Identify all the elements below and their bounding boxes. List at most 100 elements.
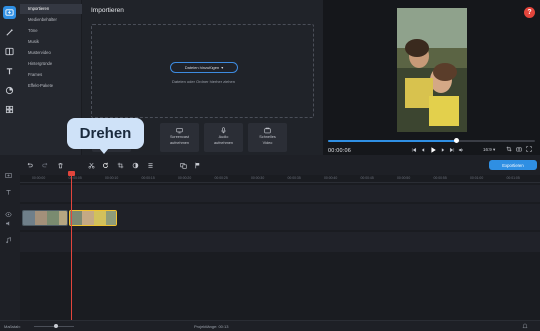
color-adjust-button[interactable]	[130, 160, 140, 170]
video-clip-selected[interactable]	[69, 210, 117, 226]
insert-media-button[interactable]	[178, 160, 188, 170]
undo-button[interactable]	[24, 160, 34, 170]
clip-thumbnail	[59, 211, 67, 225]
sidebar-item-mustervideo[interactable]: Mustervideo	[20, 48, 82, 58]
rotate-tooltip: Drehen	[67, 118, 144, 149]
record-audio-button[interactable]: Audio aufnehmen	[204, 123, 243, 152]
microphone-icon	[221, 127, 226, 134]
record-screencast-label-2: aufnehmen	[170, 140, 189, 145]
zoom-slider[interactable]	[34, 324, 74, 328]
ruler-tick-label: 00:01:05	[506, 176, 520, 180]
step-forward-icon[interactable]	[440, 147, 446, 153]
quick-video-icon	[264, 127, 271, 134]
video-clip[interactable]	[22, 210, 68, 226]
rotate-button[interactable]	[100, 160, 110, 170]
add-marker-button[interactable]	[192, 160, 202, 170]
record-screencast-button[interactable]: Screencast aufnehmen	[160, 123, 199, 152]
sidebar-item-frames[interactable]: Frames	[20, 70, 82, 80]
player-controls	[411, 146, 464, 154]
stickers-tool-button[interactable]	[3, 84, 16, 97]
status-bar: Maßstab: Projektlänge: 00:13	[0, 320, 540, 331]
video-track-mute[interactable]	[5, 211, 13, 219]
ruler-tick-label: 00:00:50	[397, 176, 411, 180]
sidebar-item-hintergruende[interactable]: Hintergründe	[20, 59, 82, 69]
drop-zone[interactable]: Dateien hinzufügen ▾ Dateien oder Ordner…	[91, 24, 314, 118]
ruler-tick-label: 00:00:30	[251, 176, 265, 180]
undo-icon	[27, 162, 33, 167]
video-frame-image	[397, 8, 467, 132]
effects-tool-button[interactable]	[3, 26, 16, 39]
skip-forward-icon[interactable]	[449, 147, 455, 153]
edit-toolbar: Exportieren	[0, 155, 540, 175]
text-track-icon	[6, 190, 11, 195]
chevron-down-icon: ▾	[221, 65, 224, 70]
transitions-icon	[5, 47, 14, 56]
scrubber-handle[interactable]	[454, 138, 460, 143]
zoom-slider-handle[interactable]	[54, 324, 58, 328]
preview-scrubber[interactable]	[328, 138, 535, 143]
skip-back-icon[interactable]	[411, 147, 417, 153]
help-button[interactable]: ?	[524, 7, 535, 18]
import-icon	[5, 9, 14, 16]
clip-properties-button[interactable]	[145, 160, 155, 170]
sidebar-item-medienbehaelter[interactable]: Medienbehälter	[20, 15, 82, 25]
video-track-audio[interactable]	[5, 220, 13, 228]
left-toolbar	[0, 0, 20, 160]
quick-video-label-2: Video	[262, 140, 273, 145]
cut-button[interactable]	[86, 160, 96, 170]
music-note-icon	[6, 237, 11, 244]
flag-icon	[194, 162, 199, 168]
titles-tool-button[interactable]	[3, 65, 16, 78]
video-preview[interactable]	[397, 8, 467, 132]
delete-button[interactable]	[55, 160, 65, 170]
quick-video-button[interactable]: Schnelles Video	[248, 123, 287, 152]
project-length: Projektlänge: 00:13	[194, 324, 229, 329]
clip-thumbnail	[106, 211, 116, 225]
playhead[interactable]	[71, 172, 72, 320]
crop-preview-icon[interactable]	[506, 146, 512, 152]
import-tool-button[interactable]	[3, 6, 16, 19]
redo-button[interactable]	[40, 160, 50, 170]
clip-thumbnail	[23, 211, 35, 225]
text-track[interactable]	[20, 185, 540, 202]
quick-video-label-1: Schnelles	[259, 135, 276, 139]
clip-thumbnail	[47, 211, 59, 225]
aspect-ratio-select[interactable]: 16:9 ▾	[483, 147, 495, 153]
more-tools-icon	[5, 105, 14, 114]
audio-track-toggle[interactable]	[5, 237, 13, 245]
timeline: 00:00:00 00:00:05 00:00:10 00:00:15 00:00:20…	[0, 172, 540, 320]
sidebar-item-toene[interactable]: Töne	[20, 26, 82, 36]
ruler-tick-label: 00:01:00	[470, 176, 484, 180]
ruler-tick-label: 00:00:35	[287, 176, 301, 180]
sidebar-item-effekt-pakete[interactable]: Effekt-Pakete	[20, 81, 82, 91]
scrubber-progress	[328, 140, 457, 142]
add-files-button[interactable]: Dateien hinzufügen ▾	[170, 62, 238, 73]
scale-label: Maßstab:	[4, 324, 21, 329]
titles-icon	[6, 68, 13, 75]
volume-icon[interactable]	[458, 147, 464, 153]
ruler-tick-label: 00:00:25	[214, 176, 228, 180]
transitions-tool-button[interactable]	[3, 45, 16, 58]
clip-thumbnail	[35, 211, 47, 225]
more-tools-button[interactable]	[3, 103, 16, 116]
playhead-handle[interactable]	[68, 171, 75, 176]
play-icon[interactable]	[429, 146, 437, 154]
record-audio-label-2: aufnehmen	[214, 140, 233, 145]
notifications-icon[interactable]	[522, 323, 528, 329]
crop-icon	[117, 162, 123, 168]
ruler-tick-label: 00:00:45	[360, 176, 374, 180]
sidebar-item-musik[interactable]: Musik	[20, 37, 82, 47]
camera-icon[interactable]	[516, 146, 522, 152]
timeline-ruler[interactable]: 00:00:00 00:00:05 00:00:10 00:00:15 00:00:20…	[20, 175, 540, 183]
sidebar-item-importieren[interactable]: Importieren	[20, 4, 82, 14]
export-button[interactable]: Exportieren	[489, 160, 537, 170]
speaker-icon	[6, 221, 10, 226]
text-track-toggle[interactable]	[5, 189, 13, 197]
add-track-button[interactable]	[5, 172, 13, 180]
step-back-icon[interactable]	[420, 147, 426, 153]
crop-button[interactable]	[115, 160, 125, 170]
audio-track[interactable]	[20, 232, 540, 252]
preview-tools	[506, 146, 532, 152]
preview-panel: ? 00:00:06 16:9 ▾	[323, 0, 540, 160]
fullscreen-icon[interactable]	[526, 146, 532, 152]
